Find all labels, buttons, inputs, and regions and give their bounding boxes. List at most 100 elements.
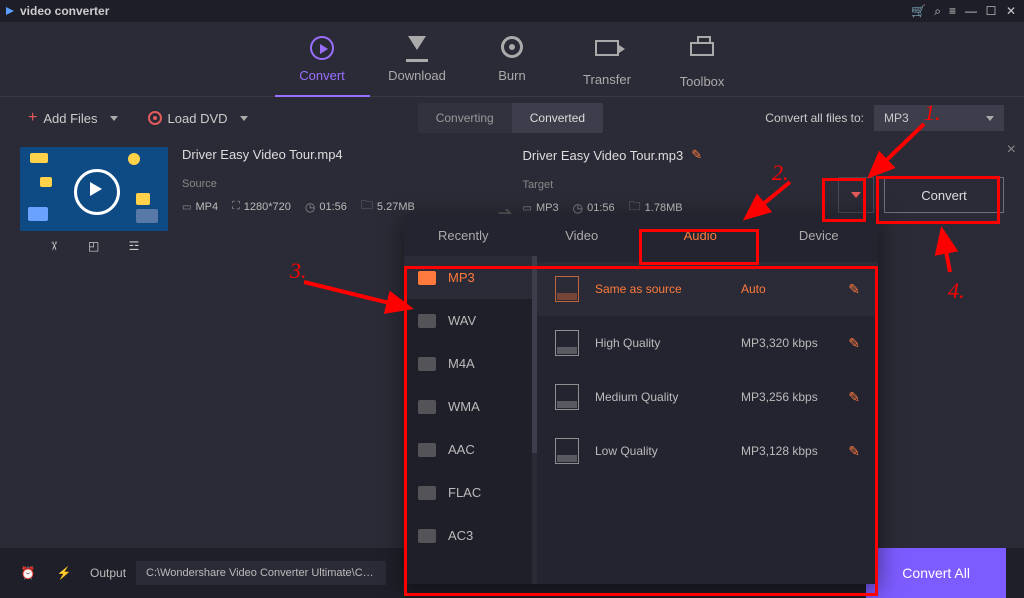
chevron-down-icon xyxy=(110,116,118,121)
plus-icon: + xyxy=(28,112,37,124)
status-tabs: Converting Converted xyxy=(418,103,603,133)
app-logo: video converter xyxy=(6,4,109,18)
nav-download-label: Download xyxy=(388,68,446,83)
nav-convert-label: Convert xyxy=(299,68,345,83)
trim-icon[interactable] xyxy=(49,239,59,253)
convert-button[interactable]: Convert xyxy=(884,177,1004,213)
content-area: × Driver Easy Video Tour.mp4 Source xyxy=(0,139,1024,548)
search-icon[interactable]: ⌕ xyxy=(934,4,941,19)
tab-converting[interactable]: Converting xyxy=(418,103,512,133)
chevron-down-icon xyxy=(986,116,994,121)
convert-all-button[interactable]: Convert All xyxy=(866,548,1006,598)
source-format: MP4 xyxy=(195,201,218,213)
file-icon xyxy=(523,202,532,214)
format-m4a[interactable]: M4A xyxy=(404,342,537,385)
rename-icon[interactable] xyxy=(691,147,702,163)
alarm-icon[interactable]: ⏰ xyxy=(18,563,38,583)
quality-icon xyxy=(555,384,579,410)
quality-bitrate: MP3,128 kbps xyxy=(741,444,832,458)
clock-icon xyxy=(573,201,583,215)
convert-all-value: MP3 xyxy=(884,111,909,125)
convert-icon xyxy=(310,36,334,60)
edit-icon[interactable] xyxy=(848,335,860,352)
edit-icon[interactable] xyxy=(848,389,860,406)
nav-download[interactable]: Download xyxy=(370,36,465,83)
quality-same-as-source[interactable]: Same as source Auto xyxy=(537,262,878,316)
video-thumbnail[interactable] xyxy=(20,147,168,231)
music-icon xyxy=(418,400,436,414)
crop-icon[interactable] xyxy=(88,239,99,253)
popup-tab-video[interactable]: Video xyxy=(523,214,642,256)
file-icon xyxy=(182,201,191,213)
target-panel: Driver Easy Video Tour.mp3 Target MP3 01… xyxy=(523,147,828,218)
burn-icon xyxy=(501,36,523,58)
menu-icon[interactable]: ≡ xyxy=(949,4,956,18)
window-maximize[interactable]: ☐ xyxy=(984,4,998,18)
nav-convert[interactable]: Convert xyxy=(275,36,370,83)
quality-medium[interactable]: Medium Quality MP3,256 kbps xyxy=(537,370,878,424)
source-label: Source xyxy=(182,178,487,190)
clock-icon xyxy=(305,200,315,214)
quality-low[interactable]: Low Quality MP3,128 kbps xyxy=(537,424,878,478)
format-list[interactable]: MP3 WAV M4A WMA AAC FLAC AC3 xyxy=(404,256,537,584)
logo-icon xyxy=(6,7,14,15)
popup-tab-recently[interactable]: Recently xyxy=(404,214,523,256)
quality-icon xyxy=(555,330,579,356)
source-dimensions: 1280*720 xyxy=(244,201,291,213)
format-ac3[interactable]: AC3 xyxy=(404,514,537,557)
popup-tab-device[interactable]: Device xyxy=(760,214,879,256)
cart-icon[interactable]: 🛒 xyxy=(911,4,926,18)
convert-all-label: Convert all files to: xyxy=(765,111,864,125)
app-title: video converter xyxy=(20,4,109,18)
format-label: WAV xyxy=(448,313,476,328)
popup-tab-audio[interactable]: Audio xyxy=(641,214,760,256)
quality-high[interactable]: High Quality MP3,320 kbps xyxy=(537,316,878,370)
format-flac[interactable]: FLAC xyxy=(404,471,537,514)
target-filename: Driver Easy Video Tour.mp3 xyxy=(523,148,684,163)
music-icon xyxy=(418,486,436,500)
format-wma[interactable]: WMA xyxy=(404,385,537,428)
gpu-accel-icon[interactable]: ⚡ xyxy=(54,563,74,583)
format-wav[interactable]: WAV xyxy=(404,299,537,342)
quality-name: Same as source xyxy=(595,282,725,296)
quality-bitrate: MP3,256 kbps xyxy=(741,390,832,404)
nav-transfer[interactable]: Transfer xyxy=(560,36,655,87)
quality-name: High Quality xyxy=(595,336,725,350)
target-format: MP3 xyxy=(536,202,559,214)
tab-converted[interactable]: Converted xyxy=(512,103,603,133)
target-format-dropdown[interactable] xyxy=(838,177,874,213)
window-minimize[interactable]: — xyxy=(964,4,978,18)
format-popup: Recently Video Audio Device MP3 WAV M4A … xyxy=(404,214,878,584)
popup-tabs: Recently Video Audio Device xyxy=(404,214,878,256)
effects-icon[interactable] xyxy=(129,239,140,253)
download-icon xyxy=(408,36,426,50)
nav-toolbox-label: Toolbox xyxy=(680,74,725,89)
output-label: Output xyxy=(90,566,126,580)
target-label: Target xyxy=(523,179,828,191)
music-icon xyxy=(418,314,436,328)
target-size: 1.78MB xyxy=(645,202,683,214)
nav-burn[interactable]: Burn xyxy=(465,36,560,83)
source-duration: 01:56 xyxy=(319,201,347,213)
edit-icon[interactable] xyxy=(848,443,860,460)
format-label: FLAC xyxy=(448,485,481,500)
add-files-button[interactable]: + Add Files xyxy=(20,105,126,132)
window-close[interactable]: ✕ xyxy=(1004,4,1018,18)
scrollbar-thumb[interactable] xyxy=(532,256,537,453)
convert-all-format-select[interactable]: MP3 xyxy=(874,105,1004,131)
thumbnail-area xyxy=(20,147,168,253)
load-dvd-label: Load DVD xyxy=(168,111,228,126)
format-mp3[interactable]: MP3 xyxy=(404,256,537,299)
source-panel: Driver Easy Video Tour.mp4 Source MP4 12… xyxy=(182,147,487,217)
load-dvd-button[interactable]: Load DVD xyxy=(140,105,256,132)
quality-icon xyxy=(555,276,579,302)
edit-icon[interactable] xyxy=(848,281,860,298)
nav-transfer-label: Transfer xyxy=(583,72,631,87)
quality-name: Low Quality xyxy=(595,444,725,458)
output-path-field[interactable]: C:\Wondershare Video Converter Ultimate\… xyxy=(136,561,386,585)
source-filename: Driver Easy Video Tour.mp4 xyxy=(182,147,487,162)
nav-toolbox[interactable]: Toolbox xyxy=(655,36,750,89)
format-label: AAC xyxy=(448,442,475,457)
format-label: MP3 xyxy=(448,270,475,285)
format-aac[interactable]: AAC xyxy=(404,428,537,471)
